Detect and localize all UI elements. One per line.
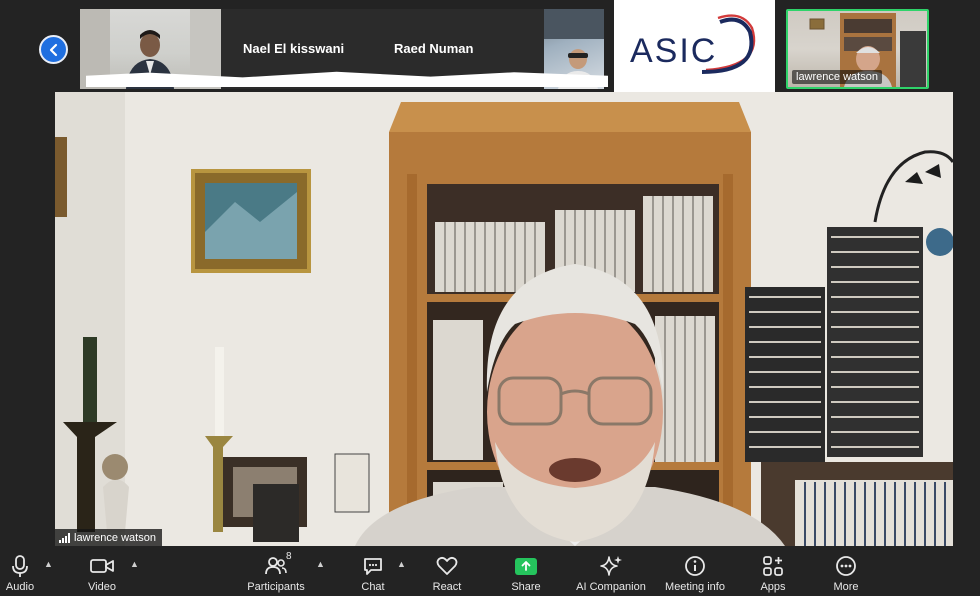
apps-grid-icon <box>763 556 783 576</box>
chat-options-caret[interactable]: ▲ <box>397 559 406 569</box>
react-button[interactable]: React <box>430 546 464 596</box>
self-view-name: lawrence watson <box>792 70 882 84</box>
participant-name: Raed Numan <box>394 41 474 56</box>
video-options-caret[interactable]: ▲ <box>130 559 139 569</box>
share-label: Share <box>511 581 541 593</box>
meeting-info-label: Meeting info <box>665 581 725 593</box>
speaker-name-tag: lawrence watson <box>55 529 162 546</box>
heart-icon <box>436 556 458 575</box>
speaker-video-image <box>55 92 953 546</box>
more-button[interactable]: More <box>829 546 863 596</box>
svg-text:ASIC: ASIC <box>630 32 717 70</box>
meeting-info-button[interactable]: Meeting info <box>664 546 726 596</box>
signal-strength-icon <box>59 532 70 543</box>
ai-companion-button[interactable]: AI Companion <box>575 546 647 596</box>
chat-label: Chat <box>361 581 385 593</box>
react-label: React <box>432 581 462 593</box>
participant-name: Nael El kisswani <box>243 41 345 56</box>
microphone-icon <box>12 555 28 577</box>
active-speaker-video[interactable]: lawrence watson <box>55 92 953 546</box>
self-view-tile[interactable]: lawrence watson <box>786 9 929 89</box>
video-label: Video <box>88 581 116 593</box>
participant-strip: Nael El kisswani Raed Numan ASIC lawrenc… <box>0 0 980 96</box>
participants-label: Participants <box>247 581 305 593</box>
share-screen-icon <box>515 557 537 575</box>
participants-count: 8 <box>286 551 292 562</box>
video-button[interactable]: Video <box>84 546 120 596</box>
participants-button[interactable]: 8 Participants <box>246 546 306 596</box>
apps-button[interactable]: Apps <box>756 546 790 596</box>
participants-options-caret[interactable]: ▲ <box>316 559 325 569</box>
meeting-toolbar: Audio ▲ Video ▲ 8 Participants ▲ Chat ▲ … <box>0 546 980 596</box>
apps-label: Apps <box>760 581 786 593</box>
chat-button[interactable]: Chat <box>356 546 390 596</box>
audio-button[interactable]: Audio <box>2 546 38 596</box>
chevron-left-icon <box>49 43 57 56</box>
asic-logo: ASIC <box>630 14 756 74</box>
speaker-name: lawrence watson <box>74 531 156 544</box>
info-icon <box>685 556 705 576</box>
more-options-icon <box>836 556 856 576</box>
ai-companion-label: AI Companion <box>576 581 646 593</box>
sparkle-icon <box>600 556 622 576</box>
audio-options-caret[interactable]: ▲ <box>44 559 53 569</box>
audio-label: Audio <box>5 581 35 593</box>
share-button[interactable]: Share <box>508 546 544 596</box>
more-label: More <box>833 581 859 593</box>
chat-bubble-icon <box>364 558 382 575</box>
redaction-mark <box>86 71 608 87</box>
back-button[interactable] <box>39 35 68 64</box>
logo-tile: ASIC <box>614 0 775 96</box>
participants-icon <box>265 557 287 575</box>
video-camera-icon <box>90 559 114 573</box>
